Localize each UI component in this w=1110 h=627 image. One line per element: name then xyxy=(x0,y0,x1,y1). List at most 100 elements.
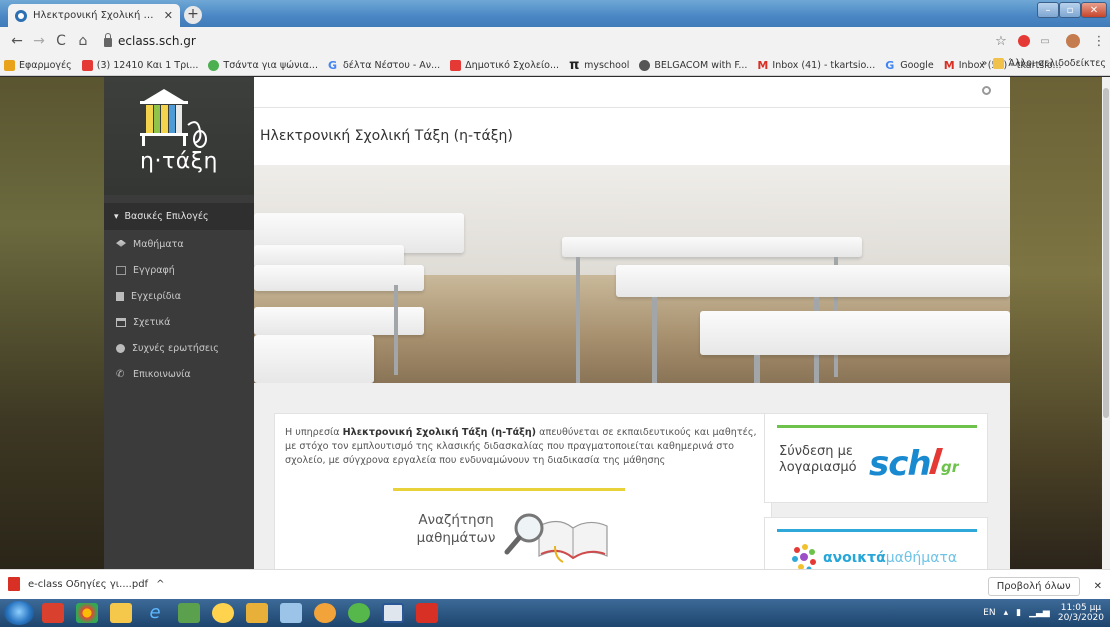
site-logo[interactable]: η·τάξη xyxy=(104,77,254,195)
google-icon: G xyxy=(327,58,337,72)
pdf-file-icon xyxy=(8,577,20,591)
star-icon[interactable]: ☆ xyxy=(992,32,1010,50)
chrome-icon[interactable] xyxy=(76,603,98,623)
photo-app-icon[interactable] xyxy=(246,603,268,623)
open-courses-card[interactable]: ανοικτάμαθήματα xyxy=(764,517,988,569)
bookmark-myschool[interactable]: π myschool xyxy=(569,57,629,73)
bookmarks-overflow-button[interactable]: » xyxy=(982,58,988,69)
bookmark-belgacom[interactable]: BELGACOM with F... xyxy=(639,59,747,71)
pdf-reader-icon[interactable] xyxy=(416,603,438,623)
download-item[interactable]: e-class Οδηγίες γι....pdf ^ xyxy=(8,577,164,591)
cast-icon[interactable]: ▭ xyxy=(1036,32,1054,50)
adblock-icon[interactable] xyxy=(1015,32,1033,50)
page-header: Ηλεκτρονική Σχολική Τάξη (η-τάξη) xyxy=(254,108,1010,165)
sidebar-item-courses[interactable]: Μαθήματα xyxy=(104,231,254,257)
address-bar[interactable]: eclass.sch.gr xyxy=(104,30,964,52)
pi-icon: π xyxy=(569,57,580,73)
site-favicon-icon xyxy=(15,9,27,22)
help-icon[interactable] xyxy=(982,86,991,95)
chevron-down-icon: ▾ xyxy=(114,211,119,222)
sidebar-item-about[interactable]: Σχετικά xyxy=(104,309,254,335)
internet-explorer-icon[interactable]: e xyxy=(144,603,166,623)
bookmark-inbox-41[interactable]: M Inbox (41) - tkartsio... xyxy=(757,60,875,71)
content-area: Η υπηρεσία Ηλεκτρονική Σχολική Τάξη (η-Τ… xyxy=(254,383,1010,569)
phone-icon: ✆ xyxy=(116,368,125,380)
menu-kebab-icon[interactable]: ⋮ xyxy=(1090,32,1108,50)
open-courses-logo-icon xyxy=(792,544,816,569)
logo-text: η·τάξη xyxy=(140,149,218,174)
background-left xyxy=(0,77,104,569)
other-bookmarks-folder[interactable]: Άλλοι σελιδοδείκτες xyxy=(993,58,1106,69)
chevron-up-icon[interactable]: ^ xyxy=(156,579,164,590)
file-icon xyxy=(116,291,124,301)
url-text: eclass.sch.gr xyxy=(118,34,196,48)
course-search-link[interactable]: Αναζήτηση μαθημάτων xyxy=(411,512,501,547)
open-courses-accent-line xyxy=(777,529,977,532)
clock[interactable]: 11:05 μμ 20/3/2020 xyxy=(1058,603,1104,624)
question-icon xyxy=(116,343,125,353)
maximize-button[interactable]: ▫ xyxy=(1059,2,1081,18)
language-indicator[interactable]: EN xyxy=(983,608,995,618)
tab-close-icon[interactable]: ✕ xyxy=(164,9,173,22)
game-app-icon[interactable] xyxy=(348,603,370,623)
bookmark-delta[interactable]: Gδέλτα Νέστου - Αν... xyxy=(328,60,440,71)
tray-expand-icon[interactable]: ▴ xyxy=(1004,608,1009,618)
bag-icon xyxy=(208,59,220,71)
sch-logo: sch xyxy=(869,444,932,484)
lock-icon xyxy=(104,33,112,47)
minimize-button[interactable]: – xyxy=(1037,2,1059,18)
start-button-icon[interactable] xyxy=(4,601,34,625)
book-magnifier-icon[interactable] xyxy=(501,506,611,566)
sch-gr-logo-icon: gr xyxy=(929,448,959,476)
back-arrow-icon[interactable]: ← xyxy=(6,33,28,49)
open-courses-label: ανοικτάμαθήματα xyxy=(823,550,958,566)
apps-grid-icon xyxy=(4,59,15,71)
folder-icon xyxy=(993,58,1005,69)
background-right xyxy=(1010,77,1102,569)
app-icon[interactable] xyxy=(178,603,200,623)
bookmark-apps[interactable]: Εφαρμογές xyxy=(4,59,72,71)
service-description: Η υπηρεσία Ηλεκτρονική Σχολική Τάξη (η-Τ… xyxy=(285,427,757,466)
sidebar-item-faq[interactable]: Συχνές ερωτήσεις xyxy=(104,335,254,361)
close-download-bar-icon[interactable]: ✕ xyxy=(1094,581,1102,592)
main-topbar xyxy=(254,77,1010,108)
info-card: Η υπηρεσία Ηλεκτρονική Σχολική Τάξη (η-Τ… xyxy=(274,413,772,569)
menu-header[interactable]: ▾ Βασικές Επιλογές xyxy=(104,203,254,230)
word-document-icon[interactable] xyxy=(382,603,404,623)
home-icon[interactable]: ⌂ xyxy=(72,33,94,49)
bookmark-youtube[interactable]: (3) 12410 Και 1 Τρι... xyxy=(81,59,198,71)
explorer-folder-icon[interactable] xyxy=(110,603,132,623)
settings-app-icon[interactable] xyxy=(280,603,302,623)
browser-toolbar: ← → C ⌂ eclass.sch.gr ☆ ▭ ⋮ xyxy=(0,27,1110,55)
sch-login-card[interactable]: Σύνδεση με λογαριασμό sch gr xyxy=(764,413,988,503)
scratch-cat-icon[interactable] xyxy=(314,603,336,623)
bookmark-school[interactable]: Δημοτικό Σχολείο... xyxy=(450,59,559,71)
sidebar-item-register[interactable]: Εγγραφή xyxy=(104,257,254,283)
media-player-icon[interactable] xyxy=(42,603,64,623)
gmail-icon: M xyxy=(943,58,955,72)
forward-arrow-icon[interactable]: → xyxy=(28,33,50,49)
windows-taskbar: e EN ▴ ▮ ▁▃▅ 11:05 μμ 20/3/2020 xyxy=(0,599,1110,627)
close-window-button[interactable]: ✕ xyxy=(1081,2,1107,18)
browser-tab[interactable]: Ηλεκτρονική Σχολική Τάξη (η-Τά ✕ xyxy=(8,4,180,27)
sidebar: η·τάξη ▾ Βασικές Επιλογές Μαθήματα Εγγρα… xyxy=(104,77,254,569)
sch-login-label: Σύνδεση με λογαριασμό xyxy=(779,444,857,476)
hero-classroom-image xyxy=(254,165,1010,383)
bookmark-bag[interactable]: Τσάντα για ψώνια... xyxy=(208,59,318,71)
network-icon[interactable]: ▮ xyxy=(1016,608,1021,618)
bookmark-google[interactable]: G Google xyxy=(885,60,934,71)
scrollbar-thumb[interactable] xyxy=(1103,88,1109,418)
signal-icon[interactable]: ▁▃▅ xyxy=(1029,608,1050,618)
reload-icon[interactable]: C xyxy=(50,33,72,49)
new-tab-button[interactable]: + xyxy=(184,6,202,24)
profile-avatar[interactable] xyxy=(1064,32,1082,50)
penguin-app-icon[interactable] xyxy=(212,603,234,623)
show-all-downloads-button[interactable]: Προβολή όλων xyxy=(987,577,1080,596)
sidebar-item-manuals[interactable]: Εγχειρίδια xyxy=(104,283,254,309)
google-icon: G xyxy=(885,58,895,72)
sidebar-item-contact[interactable]: ✆ Επικοινωνία xyxy=(104,361,254,387)
bookshelf-logo-icon xyxy=(140,89,207,148)
youtube-icon xyxy=(81,59,93,71)
browser-tabstrip: Ηλεκτρονική Σχολική Τάξη (η-Τά ✕ + – ▫ ✕ xyxy=(0,0,1110,27)
page-viewport: η·τάξη ▾ Βασικές Επιλογές Μαθήματα Εγγρα… xyxy=(0,77,1102,569)
